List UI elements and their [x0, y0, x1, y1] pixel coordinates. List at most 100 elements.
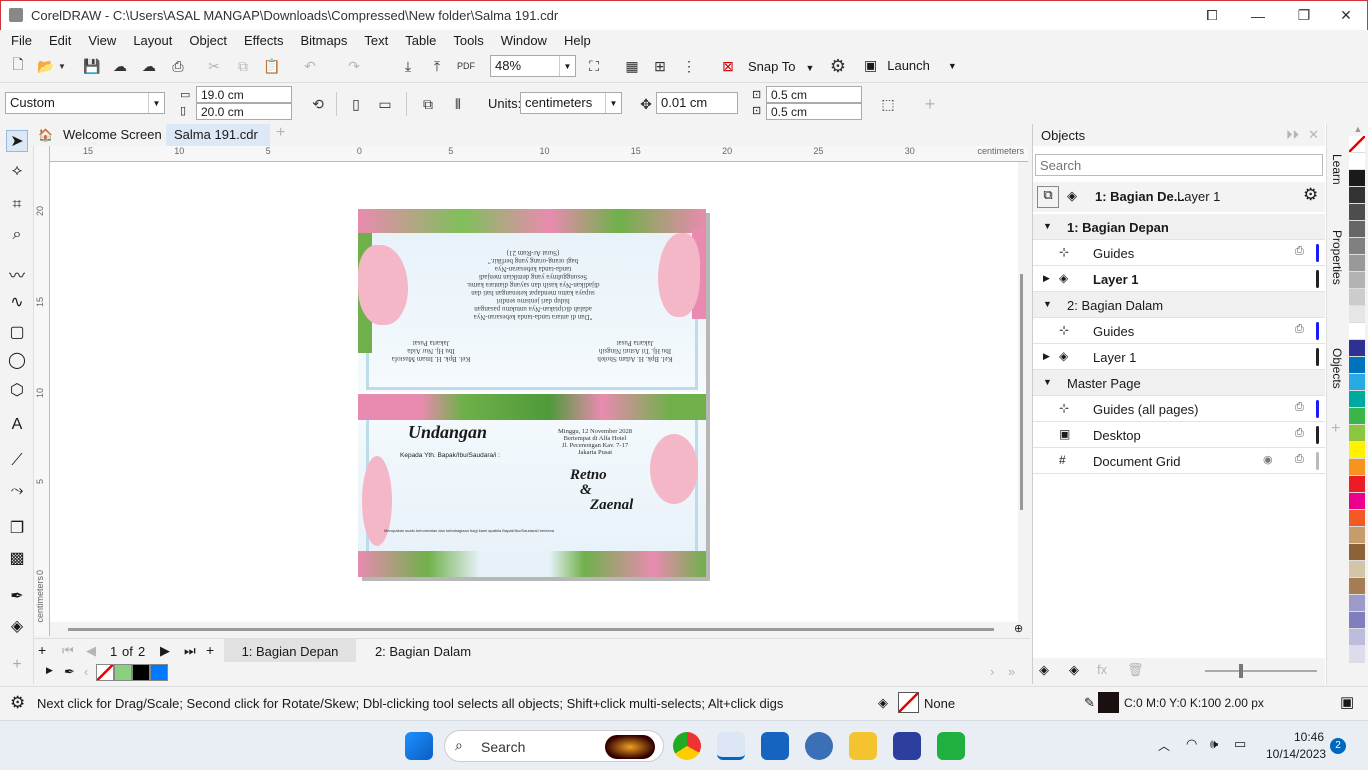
app-green-icon[interactable]	[937, 732, 965, 760]
palette-swatch[interactable]	[1349, 578, 1365, 595]
text-tool-icon[interactable]: A	[6, 416, 28, 438]
open-dropdown-icon[interactable]: ▼	[56, 54, 68, 78]
copy-icon[interactable]: ⧉	[231, 54, 255, 78]
zoom-tool-icon[interactable]: ⌕	[6, 226, 28, 248]
print-icon[interactable]: ⎙	[1295, 323, 1304, 336]
horizontal-scroll-thumb[interactable]	[68, 628, 994, 631]
palette-swatch[interactable]	[1349, 510, 1365, 527]
user-icon[interactable]: ⧠	[1189, 1, 1235, 30]
object-tree-row[interactable]: # Document Grid ◉ ⎙	[1033, 448, 1325, 474]
duplicate-x-input[interactable]: 0.5 cm	[766, 86, 862, 103]
rectangle-tool-icon[interactable]: ▢	[6, 322, 28, 344]
document-swatch[interactable]	[114, 664, 132, 681]
portrait-icon[interactable]: ▯	[344, 92, 368, 116]
notification-badge[interactable]: 2	[1330, 738, 1346, 754]
object-tree-row[interactable]: ▼ 1: Bagian Depan	[1033, 214, 1325, 240]
print-icon[interactable]: ⎙	[1295, 453, 1304, 466]
first-page-icon[interactable]: ⏮	[62, 643, 74, 659]
delete-icon[interactable]: 🗑	[1127, 662, 1144, 678]
show-guides-icon[interactable]: ⋮	[677, 54, 701, 78]
outline-color-swatch[interactable]	[1098, 692, 1119, 713]
polygon-tool-icon[interactable]: ⬡	[6, 380, 28, 402]
drop-shadow-tool-icon[interactable]: ❐	[6, 518, 28, 540]
eyedropper-tool-icon[interactable]: ✒	[6, 586, 28, 608]
palette-swatch[interactable]	[1349, 204, 1365, 221]
breadcrumb-layer[interactable]: Layer 1	[1177, 189, 1220, 204]
new-document-icon[interactable]: 🗋	[6, 54, 30, 78]
bezier-tool-icon[interactable]: ∿	[6, 292, 28, 314]
horizontal-scrollbar[interactable]: ⊕	[50, 622, 1028, 636]
file-explorer-icon[interactable]	[849, 732, 877, 760]
status-settings-gear-icon[interactable]: ⚙	[10, 693, 25, 713]
snap-to-dropdown[interactable]: Snap To ▼	[748, 59, 814, 74]
object-tree-row[interactable]: ▣ Desktop ⎙	[1033, 422, 1325, 448]
chrome-icon[interactable]	[673, 732, 701, 760]
store-icon[interactable]	[761, 732, 789, 760]
palette-swatch[interactable]	[1349, 153, 1365, 170]
transparency-tool-icon[interactable]: ▩	[6, 548, 28, 570]
visibility-icon[interactable]: ◉	[1263, 453, 1273, 466]
expand-chevron-icon[interactable]: ▼	[1043, 221, 1052, 231]
redo-icon[interactable]: ↷	[342, 54, 366, 78]
chevron-up-icon[interactable]: ︿	[1158, 737, 1170, 754]
palette-swatch[interactable]	[1349, 527, 1365, 544]
units-select[interactable]: centimeters ▼	[520, 92, 622, 114]
fill-color-swatch[interactable]	[898, 692, 919, 713]
docker-options-gear-icon[interactable]: ⚙	[1303, 185, 1318, 205]
save-icon[interactable]: 💾	[80, 54, 104, 78]
palette-swatch[interactable]	[1349, 442, 1365, 459]
zoom-navigator-icon[interactable]: ⊕	[1014, 622, 1023, 635]
ellipse-tool-icon[interactable]: ◯	[6, 350, 28, 372]
app-blue-icon[interactable]	[805, 732, 833, 760]
palette-swatch[interactable]	[1349, 595, 1365, 612]
clock-date[interactable]: 10/14/2023	[1266, 747, 1326, 761]
print-icon[interactable]: ⎙	[1295, 427, 1304, 440]
new-layer-icon[interactable]: ◈	[1039, 662, 1049, 678]
palette-swatch[interactable]	[1349, 612, 1365, 629]
coreldraw-taskbar-icon[interactable]	[717, 732, 745, 760]
document-swatch[interactable]	[150, 664, 168, 681]
palette-swatch[interactable]	[1349, 357, 1365, 374]
menu-table[interactable]: Table	[405, 33, 436, 48]
show-grid-icon[interactable]: ⊞	[648, 54, 672, 78]
new-tab-icon[interactable]: +	[272, 124, 289, 146]
page-height-input[interactable]: 20.0 cm	[196, 103, 292, 120]
object-tree-row[interactable]: ▼ 2: Bagian Dalam	[1033, 292, 1325, 318]
palette-swatch[interactable]	[1349, 221, 1365, 238]
menu-layout[interactable]: Layout	[133, 33, 172, 48]
page-border-icon[interactable]: ⬚	[876, 92, 900, 116]
scroll-end-icon[interactable]: »	[1008, 664, 1015, 679]
paste-icon[interactable]: 📋	[260, 54, 284, 78]
close-icon[interactable]: ✕	[1308, 127, 1319, 143]
document-swatch[interactable]	[132, 664, 150, 681]
palette-swatch[interactable]	[1349, 374, 1365, 391]
cloud-download-icon[interactable]: ☁	[108, 54, 132, 78]
palette-swatch[interactable]	[1349, 238, 1365, 255]
palette-swatch[interactable]	[1349, 561, 1365, 578]
print-icon[interactable]: ⎙	[1295, 401, 1304, 414]
zoom-level-select[interactable]: 48% ▼	[490, 55, 576, 77]
zoom-slider-thumb[interactable]	[1239, 664, 1243, 678]
menu-bitmaps[interactable]: Bitmaps	[300, 33, 347, 48]
add-icon[interactable]: +	[918, 92, 942, 116]
object-tree-row[interactable]: ▼ Master Page	[1033, 370, 1325, 396]
last-page-icon[interactable]: ⏭	[184, 643, 196, 659]
menu-tools[interactable]: Tools	[453, 33, 483, 48]
cloud-upload-icon[interactable]: ☁	[137, 54, 161, 78]
app-a-icon[interactable]	[893, 732, 921, 760]
tab-salma-191[interactable]: Salma 191.cdr	[166, 124, 270, 146]
freehand-tool-icon[interactable]: 〰	[6, 262, 28, 285]
palette-swatch[interactable]	[1349, 544, 1365, 561]
side-tab-objects[interactable]: Objects	[1330, 348, 1344, 389]
menu-window[interactable]: Window	[501, 33, 547, 48]
expand-chevron-icon[interactable]: ▼	[1043, 377, 1052, 387]
side-tab-learn[interactable]: Learn	[1330, 154, 1344, 185]
palette-swatch[interactable]	[1349, 646, 1365, 663]
connector-tool-icon[interactable]: ⤳	[6, 482, 28, 504]
menu-file[interactable]: File	[11, 33, 32, 48]
collapse-chevron-icon[interactable]: ▶	[1043, 273, 1050, 284]
next-page-icon[interactable]: ▶	[160, 643, 170, 659]
scroll-left-icon[interactable]: ‹	[84, 664, 88, 679]
scroll-right-icon[interactable]: ›	[990, 664, 994, 679]
add-page-before-icon[interactable]: +	[38, 642, 46, 658]
